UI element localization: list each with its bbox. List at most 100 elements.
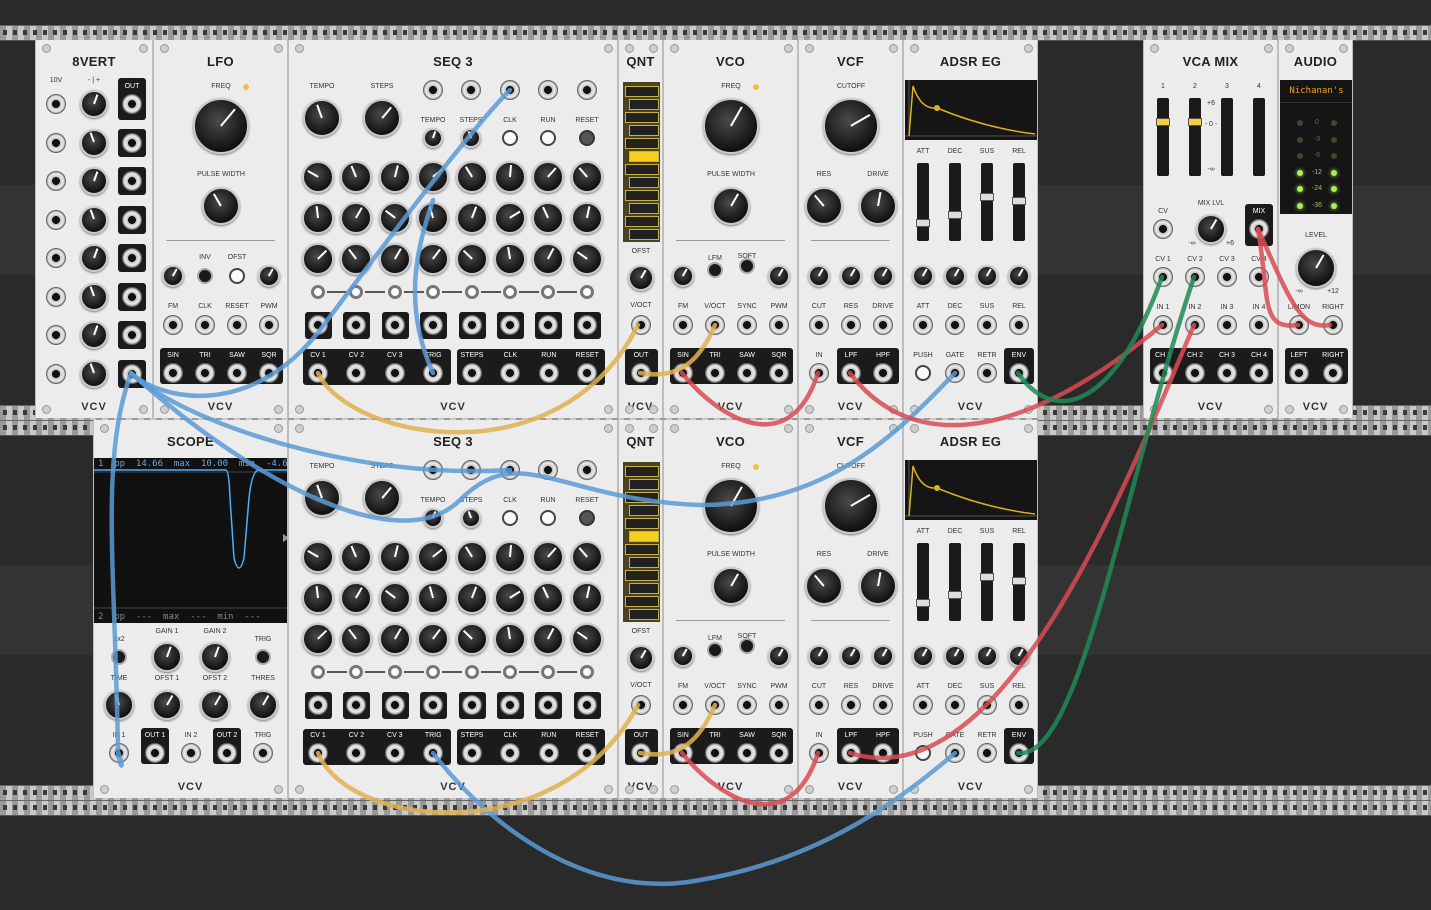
note-key[interactable] [629, 99, 659, 110]
clock-button[interactable] [502, 130, 518, 146]
output-jack[interactable] [122, 286, 142, 307]
inv-button[interactable] [197, 268, 213, 284]
seq-out-jack[interactable] [346, 743, 367, 763]
note-key[interactable] [629, 125, 659, 136]
reset-button[interactable] [579, 130, 595, 146]
cv-jack[interactable] [1009, 695, 1029, 715]
audio-in-jack[interactable] [809, 743, 829, 763]
channel-out-jack[interactable] [1185, 363, 1205, 383]
fader-handle[interactable] [1188, 118, 1202, 126]
step-knob[interactable] [378, 202, 411, 234]
clk-in-jack[interactable] [500, 80, 520, 100]
input-jack[interactable] [46, 171, 66, 191]
fader-handle[interactable] [1156, 118, 1170, 126]
seq-out-jack[interactable] [462, 363, 482, 383]
seq-out-jack[interactable] [308, 363, 328, 383]
step-knob[interactable] [378, 541, 411, 573]
output-jack[interactable] [122, 325, 142, 345]
step-knob[interactable] [417, 161, 450, 193]
channel-out-jack[interactable] [1217, 363, 1237, 383]
retrig-in-jack[interactable] [977, 743, 997, 763]
run-button[interactable] [540, 510, 556, 526]
cv-jack[interactable] [945, 695, 965, 715]
attenuverter-knob[interactable] [80, 282, 108, 311]
gate-toggle[interactable] [387, 665, 402, 679]
input-jack[interactable] [46, 94, 66, 114]
clk-jack[interactable] [195, 315, 215, 335]
step-knob[interactable] [455, 161, 488, 193]
channel-fader[interactable] [1188, 98, 1202, 176]
step-knob[interactable] [340, 202, 373, 234]
audio-in-jack[interactable] [1153, 315, 1173, 335]
seq-out-jack[interactable] [308, 743, 328, 763]
step-knob[interactable] [378, 623, 411, 655]
lfo-out-sin[interactable] [163, 363, 183, 383]
step-knob[interactable] [494, 243, 526, 275]
channel-fader[interactable] [1221, 98, 1233, 176]
voct-in-jack[interactable] [631, 315, 651, 335]
note-key[interactable] [625, 216, 659, 227]
gate-out-jack[interactable] [461, 695, 482, 715]
sync-jack[interactable] [737, 315, 757, 335]
time-knob[interactable] [104, 690, 134, 720]
tempo-knob[interactable] [303, 99, 341, 137]
step-knob[interactable] [532, 243, 565, 275]
step-knob[interactable] [302, 623, 334, 655]
vco-out-tri[interactable] [705, 743, 725, 763]
retrig-in-jack[interactable] [977, 363, 997, 383]
vco-out-saw[interactable] [737, 743, 757, 763]
scope-trig-jack[interactable] [253, 743, 273, 763]
slider-handle[interactable] [1012, 577, 1026, 585]
cv-jack[interactable] [809, 315, 829, 335]
clk-in-jack[interactable] [500, 460, 520, 480]
gate-out-jack[interactable] [384, 315, 405, 335]
steps-knob[interactable] [363, 479, 401, 517]
step-knob[interactable] [417, 541, 450, 573]
cv-jack[interactable] [873, 315, 893, 335]
slider-handle[interactable] [980, 193, 994, 201]
tempo-knob[interactable] [303, 479, 341, 517]
cv-jack[interactable] [977, 315, 997, 335]
gate-in-jack[interactable] [945, 743, 965, 763]
cv-knob[interactable] [912, 265, 934, 287]
step-knob[interactable] [340, 161, 373, 193]
cv-jack[interactable] [1249, 267, 1269, 287]
fm-knob[interactable] [672, 645, 694, 667]
drive-knob[interactable] [859, 187, 897, 225]
voct-jack[interactable] [705, 695, 725, 715]
vco-out-saw[interactable] [737, 363, 757, 383]
tempo-cv-knob[interactable] [423, 128, 443, 148]
cv-jack[interactable] [1217, 267, 1237, 287]
step-knob[interactable] [417, 582, 450, 614]
pwm-knob[interactable] [768, 265, 790, 287]
output-jack[interactable] [122, 132, 142, 153]
vco-out-sqr[interactable] [769, 363, 789, 383]
soft-button[interactable] [739, 638, 755, 654]
cv-jack[interactable] [841, 315, 861, 335]
output-jack[interactable] [122, 94, 142, 114]
cv-jack[interactable] [945, 315, 965, 335]
gate-out-jack[interactable] [384, 695, 405, 715]
attenuverter-knob[interactable] [80, 167, 108, 195]
input-jack[interactable] [46, 325, 66, 345]
gain2-knob[interactable] [200, 642, 230, 672]
cutoff-knob[interactable] [823, 478, 879, 534]
freq-knob[interactable] [703, 478, 759, 534]
cv-jack[interactable] [913, 695, 933, 715]
env-out-jack[interactable] [1009, 743, 1029, 763]
gate-out-jack[interactable] [423, 315, 444, 335]
slider-handle[interactable] [1012, 197, 1026, 205]
seq-out-jack[interactable] [423, 743, 444, 763]
scope-in1-jack[interactable] [109, 743, 129, 763]
seq-out-jack[interactable] [577, 363, 598, 383]
ofst2-knob[interactable] [200, 690, 230, 720]
audio-out-jack[interactable] [1289, 363, 1309, 383]
step-knob[interactable] [455, 243, 488, 275]
ofst-button[interactable] [229, 268, 245, 284]
gate-toggle[interactable] [349, 285, 364, 299]
channel-fader[interactable] [1156, 98, 1170, 176]
step-knob[interactable] [494, 161, 526, 193]
gain1-knob[interactable] [152, 642, 182, 672]
gate-out-jack[interactable] [500, 695, 520, 715]
res-knob[interactable] [805, 567, 843, 605]
